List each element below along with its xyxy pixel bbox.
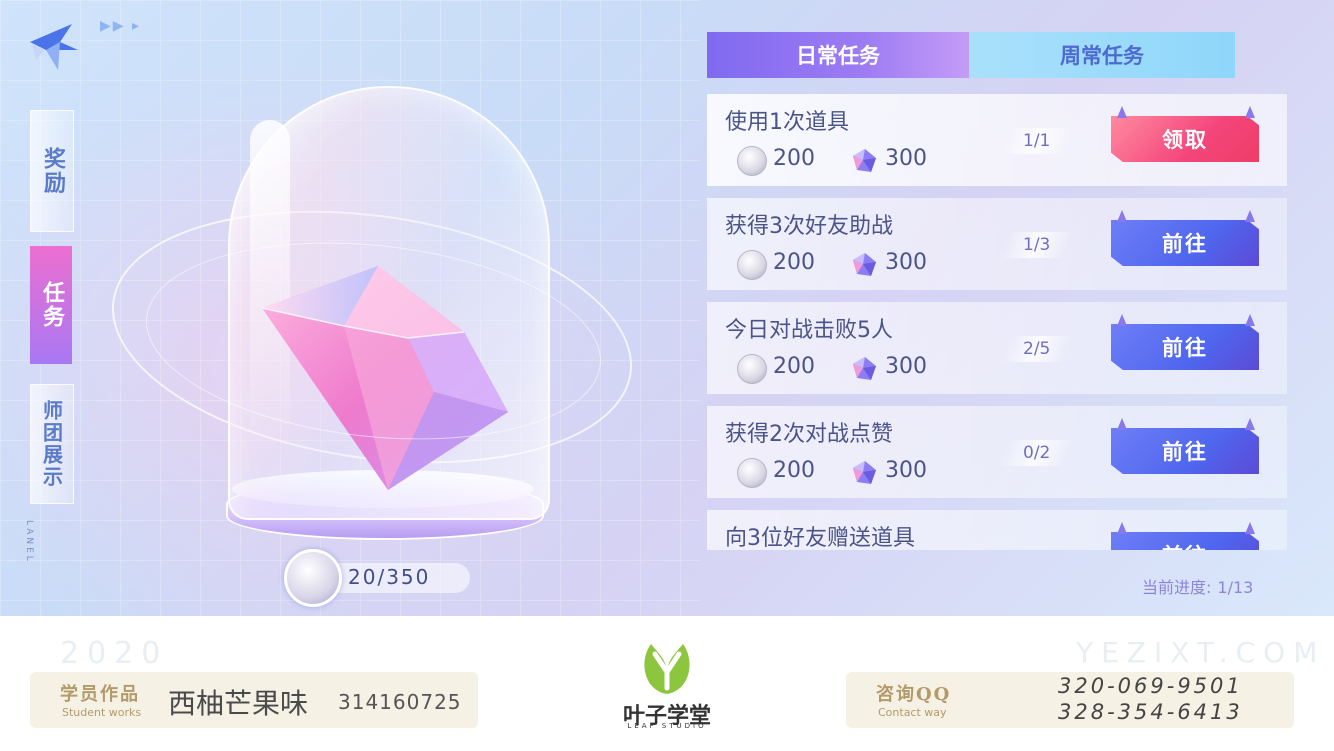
gem-icon — [853, 253, 876, 276]
task-button-label: 前往 — [1162, 336, 1208, 360]
go-button[interactable]: 前往 — [1111, 532, 1259, 550]
button-horn-icon — [1245, 522, 1255, 534]
tab-daily-label: 日常任务 — [796, 44, 880, 68]
decor-triangles-icon: ▶▶ ▸ — [100, 18, 142, 34]
task-progress: 1/1 — [1000, 128, 1074, 154]
task-name: 使用1次道具 — [725, 110, 849, 135]
button-horn-icon — [1245, 418, 1255, 430]
side-tab-group-show[interactable]: 师团展示 — [30, 384, 74, 504]
reward-progress-badge: 20/350 — [284, 549, 484, 607]
vertical-mark: LANEL — [24, 520, 34, 564]
author-id: 314160725 — [338, 690, 462, 714]
task-button-label: 前往 — [1162, 540, 1208, 550]
go-button[interactable]: 前往 — [1111, 428, 1259, 474]
task-progress: 1/3 — [1000, 232, 1074, 258]
volleyball-coin-icon — [737, 146, 767, 176]
task-progress-text: 2/5 — [1023, 339, 1051, 359]
volleyball-coin-icon — [737, 250, 767, 280]
gem-icon — [853, 357, 876, 380]
footer-site: YEZIXT.COM — [1076, 636, 1326, 669]
task-name: 获得3次好友助战 — [725, 214, 893, 239]
overall-progress-label: 当前进度: — [1142, 578, 1212, 597]
student-work-label-en: Student works — [62, 706, 142, 719]
leaf-icon — [644, 644, 690, 694]
button-horn-icon — [1117, 522, 1127, 534]
back-arrow-icon[interactable] — [28, 20, 82, 74]
tab-daily-tasks[interactable]: 日常任务 — [707, 32, 969, 78]
task-row: 向3位好友赠送道具200300前往 — [707, 510, 1287, 550]
go-button[interactable]: 前往 — [1111, 220, 1259, 266]
task-coin-reward: 200 — [773, 146, 815, 171]
student-work-card: 学员作品 Student works 西柚芒果味 314160725 — [30, 672, 478, 728]
leaf-studio-logo: 叶子学堂 LEAF STUDIO — [612, 640, 722, 732]
button-horn-icon — [1245, 210, 1255, 222]
footer-year: 2020 — [60, 636, 169, 671]
button-horn-icon — [1245, 314, 1255, 326]
task-progress: 0/2 — [1000, 440, 1074, 466]
task-row: 使用1次道具 200 300 1/1 领取 — [707, 94, 1287, 186]
side-tab-group-show-label: 师团展示 — [39, 400, 64, 488]
author-name: 西柚芒果味 — [168, 687, 309, 720]
gem-icon — [853, 461, 876, 484]
task-progress-text: 1/3 — [1023, 235, 1051, 255]
task-coin-reward: 200 — [773, 458, 815, 483]
task-progress: 2/5 — [1000, 336, 1074, 362]
side-tab-task-label: 任务 — [39, 281, 64, 329]
side-tab-reward[interactable]: 奖励 — [30, 110, 74, 232]
contact-phone-1: 320-069-9501 — [1058, 674, 1243, 698]
task-coin-reward: 200 — [773, 354, 815, 379]
volleyball-icon — [284, 549, 342, 607]
contact-card: 咨询QQ Contact way 320-069-9501 328-354-64… — [846, 672, 1294, 728]
button-horn-icon — [1245, 106, 1255, 118]
button-horn-icon — [1117, 314, 1127, 326]
button-horn-icon — [1117, 210, 1127, 222]
contact-label: 咨询QQ — [876, 684, 952, 705]
task-row: 今日对战击败5人 200 300 2/5 前往 — [707, 302, 1287, 394]
task-button-label: 前往 — [1162, 232, 1208, 256]
task-coin-reward: 200 — [773, 250, 815, 275]
go-button[interactable]: 前往 — [1111, 324, 1259, 370]
gem-icon — [853, 149, 876, 172]
volleyball-coin-icon — [737, 354, 767, 384]
contact-phone-2: 328-354-6413 — [1058, 700, 1243, 724]
side-tab-task[interactable]: 任务 — [30, 246, 72, 364]
task-gem-reward: 300 — [885, 146, 927, 171]
tab-weekly-tasks[interactable]: 周常任务 — [969, 32, 1235, 78]
contact-label-en: Contact way — [878, 706, 947, 719]
task-button-label: 前往 — [1162, 440, 1208, 464]
overall-progress-value: 1/13 — [1217, 578, 1254, 597]
task-name: 今日对战击败5人 — [725, 318, 893, 343]
logo-subtitle: LEAF STUDIO — [627, 722, 707, 730]
task-gem-reward: 300 — [885, 354, 927, 379]
button-horn-icon — [1117, 106, 1127, 118]
task-gem-reward: 300 — [885, 458, 927, 483]
reward-progress-text: 20/350 — [348, 565, 431, 589]
button-horn-icon — [1117, 418, 1127, 430]
side-tab-reward-label: 奖励 — [40, 147, 65, 195]
task-row: 获得3次好友助战 200 300 1/3 前往 — [707, 198, 1287, 290]
task-button-label: 领取 — [1162, 128, 1208, 152]
task-name: 获得2次对战点赞 — [725, 422, 893, 447]
task-row: 获得2次对战点赞 200 300 0/2 前往 — [707, 406, 1287, 498]
task-progress-text: 1/1 — [1023, 131, 1051, 151]
game-screen: ▶▶ ▸ 奖励 任务 师团展示 LANEL 20/350 日常任务 周常任务 使… — [0, 0, 1334, 616]
task-name: 向3位好友赠送道具 — [725, 526, 915, 550]
claim-button[interactable]: 领取 — [1111, 116, 1259, 162]
volleyball-coin-icon — [737, 458, 767, 488]
tab-weekly-label: 周常任务 — [1060, 44, 1144, 68]
task-progress-text: 0/2 — [1023, 443, 1051, 463]
overall-progress: 当前进度: 1/13 — [1142, 574, 1253, 598]
task-list[interactable]: 使用1次道具 200 300 1/1 领取 获得3次好友助战 200 300 1/3 前往 今日对战… — [707, 94, 1289, 550]
student-work-label: 学员作品 — [60, 684, 140, 705]
task-gem-reward: 300 — [885, 250, 927, 275]
